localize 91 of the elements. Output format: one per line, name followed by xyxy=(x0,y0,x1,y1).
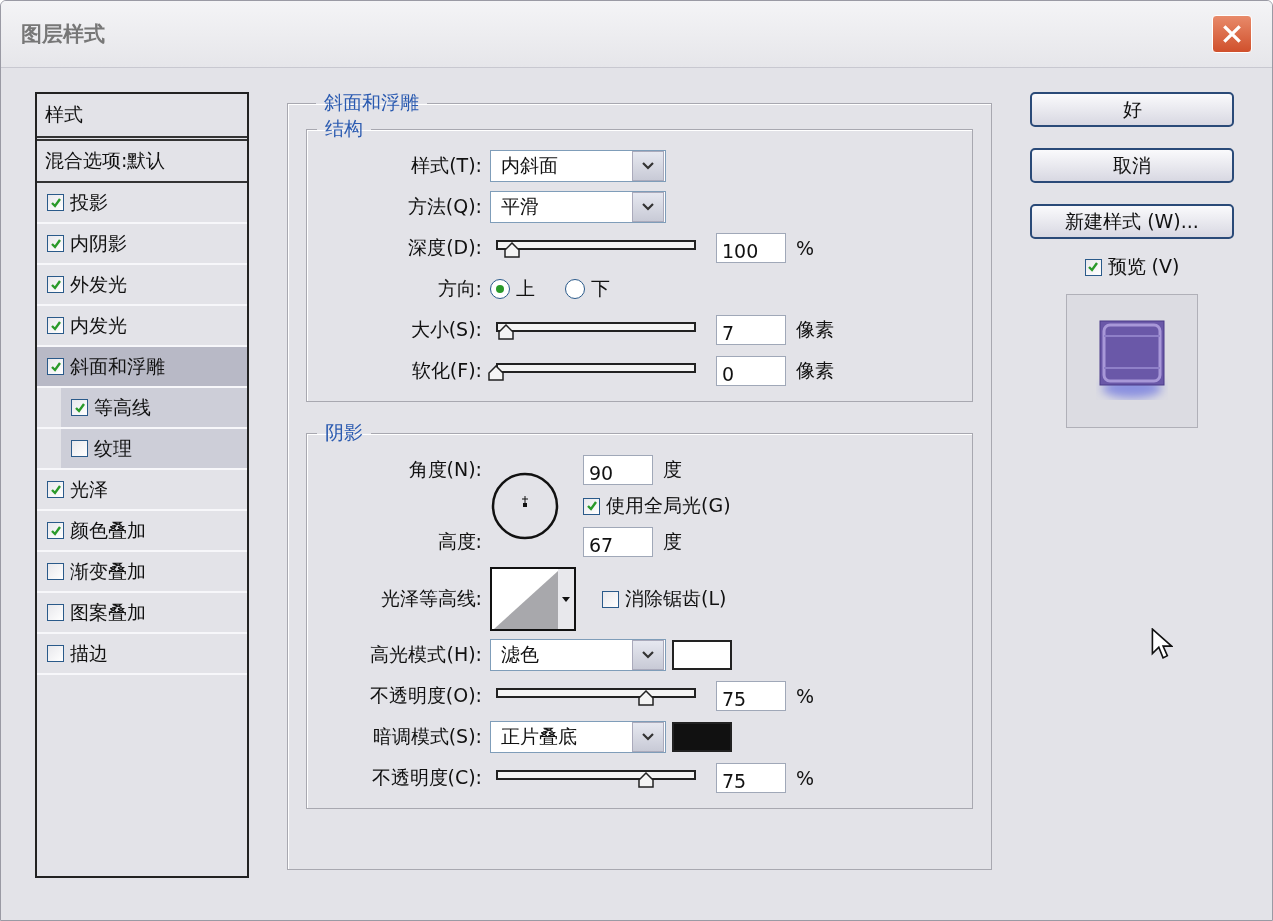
checkbox[interactable] xyxy=(47,276,64,293)
caret-icon xyxy=(562,596,570,602)
unit-label: 度 xyxy=(663,529,682,554)
field-label: 深度(D): xyxy=(407,235,482,260)
checkbox-option[interactable]: 使用全局光(G) xyxy=(583,488,962,524)
list-item[interactable]: 等高线 xyxy=(37,388,247,429)
chevron-down-icon xyxy=(642,203,654,211)
slider-thumb[interactable] xyxy=(488,365,504,381)
checkbox[interactable] xyxy=(47,645,64,662)
dialog-button[interactable]: 取消 xyxy=(1030,148,1234,183)
group-title: 斜面和浮雕 xyxy=(323,90,420,115)
list-item[interactable]: 内阴影 xyxy=(37,224,247,265)
unit-label: 度 xyxy=(663,457,682,482)
checkbox[interactable] xyxy=(47,481,64,498)
dropdown[interactable]: 内斜面 xyxy=(490,150,666,182)
slider-thumb[interactable] xyxy=(638,690,654,706)
field-label: 方法(Q): xyxy=(406,194,482,219)
checkbox[interactable] xyxy=(71,399,88,416)
color-swatch[interactable] xyxy=(672,722,732,752)
checkbox[interactable] xyxy=(47,563,64,580)
number-field[interactable]: 7 xyxy=(716,315,786,345)
checkbox[interactable] xyxy=(583,497,600,515)
chevron-down-icon xyxy=(642,733,654,741)
checkbox[interactable] xyxy=(1084,258,1102,276)
radio-option[interactable]: 上 xyxy=(490,276,535,302)
unit-label: 像素 xyxy=(796,358,834,383)
dropdown[interactable]: 滤色 xyxy=(490,639,666,671)
field-label: 大小(S): xyxy=(409,317,482,342)
field-label: 软化(F): xyxy=(410,358,482,383)
close-button[interactable] xyxy=(1212,15,1252,53)
unit-label: % xyxy=(796,767,815,789)
checkbox[interactable] xyxy=(47,194,64,211)
checkbox[interactable] xyxy=(47,604,64,621)
contour-picker[interactable] xyxy=(490,567,576,631)
contour-curve-icon xyxy=(492,569,558,629)
group-title: 结构 xyxy=(324,116,364,141)
unit-label: % xyxy=(796,237,815,259)
window-title: 图层样式 xyxy=(21,21,105,48)
checkbox[interactable] xyxy=(47,235,64,252)
slider-thumb[interactable] xyxy=(498,324,514,340)
number-field[interactable]: 0 xyxy=(716,356,786,386)
checkbox-option[interactable]: 预览 (V) xyxy=(1084,254,1180,280)
field-label: 暗调模式(S): xyxy=(371,724,482,749)
field-label: 角度(N): xyxy=(407,457,482,482)
list-item[interactable]: 投影 xyxy=(37,183,247,224)
list-item[interactable]: 纹理 xyxy=(37,429,247,470)
radio-option[interactable]: 下 xyxy=(565,276,610,302)
number-field[interactable]: 67 xyxy=(583,527,653,557)
field-label: 光泽等高线: xyxy=(379,586,482,611)
list-item[interactable]: 斜面和浮雕 xyxy=(37,347,247,388)
list-item[interactable]: 图案叠加 xyxy=(37,593,247,634)
radio-button[interactable] xyxy=(490,279,510,299)
list-item[interactable]: 外发光 xyxy=(37,265,247,306)
dialog-button[interactable]: 好 xyxy=(1030,92,1234,127)
group-title: 阴影 xyxy=(324,420,364,445)
field-label: 高度: xyxy=(436,529,482,554)
field-label: 不透明度(O): xyxy=(368,683,482,708)
list-item[interactable]: 光泽 xyxy=(37,470,247,511)
close-icon xyxy=(1221,23,1243,45)
list-item[interactable]: 渐变叠加 xyxy=(37,552,247,593)
angle-dial[interactable] xyxy=(490,471,560,541)
number-field[interactable]: 90 xyxy=(583,455,653,485)
cursor-icon xyxy=(1151,628,1173,660)
list-item[interactable]: 混合选项:默认 xyxy=(37,141,247,183)
field-label: 方向: xyxy=(436,276,482,301)
unit-label: 像素 xyxy=(796,317,834,342)
number-field[interactable]: 75 xyxy=(716,763,786,793)
checkbox-option[interactable]: 消除锯齿(L) xyxy=(602,586,727,612)
list-item[interactable]: 描边 xyxy=(37,634,247,675)
color-swatch[interactable] xyxy=(672,640,732,670)
number-field[interactable]: 100 xyxy=(716,233,786,263)
unit-label: % xyxy=(796,685,815,707)
list-header: 样式 xyxy=(37,94,247,141)
slider-thumb[interactable] xyxy=(504,242,520,258)
field-label: 样式(T): xyxy=(410,153,482,178)
chevron-down-icon xyxy=(642,162,654,170)
radio-button[interactable] xyxy=(565,279,585,299)
checkbox[interactable] xyxy=(47,358,64,375)
field-label: 不透明度(C): xyxy=(370,765,482,790)
checkbox[interactable] xyxy=(47,317,64,334)
list-item[interactable]: 颜色叠加 xyxy=(37,511,247,552)
field-label: 高光模式(H): xyxy=(369,642,482,667)
checkbox[interactable] xyxy=(71,440,88,457)
dropdown[interactable]: 平滑 xyxy=(490,191,666,223)
number-field[interactable]: 75 xyxy=(716,681,786,711)
slider-thumb[interactable] xyxy=(638,772,654,788)
chevron-down-icon xyxy=(642,651,654,659)
checkbox[interactable] xyxy=(47,522,64,539)
checkbox[interactable] xyxy=(602,590,619,608)
dialog-button[interactable]: 新建样式 (W)... xyxy=(1030,204,1234,239)
dropdown[interactable]: 正片叠底 xyxy=(490,721,666,753)
